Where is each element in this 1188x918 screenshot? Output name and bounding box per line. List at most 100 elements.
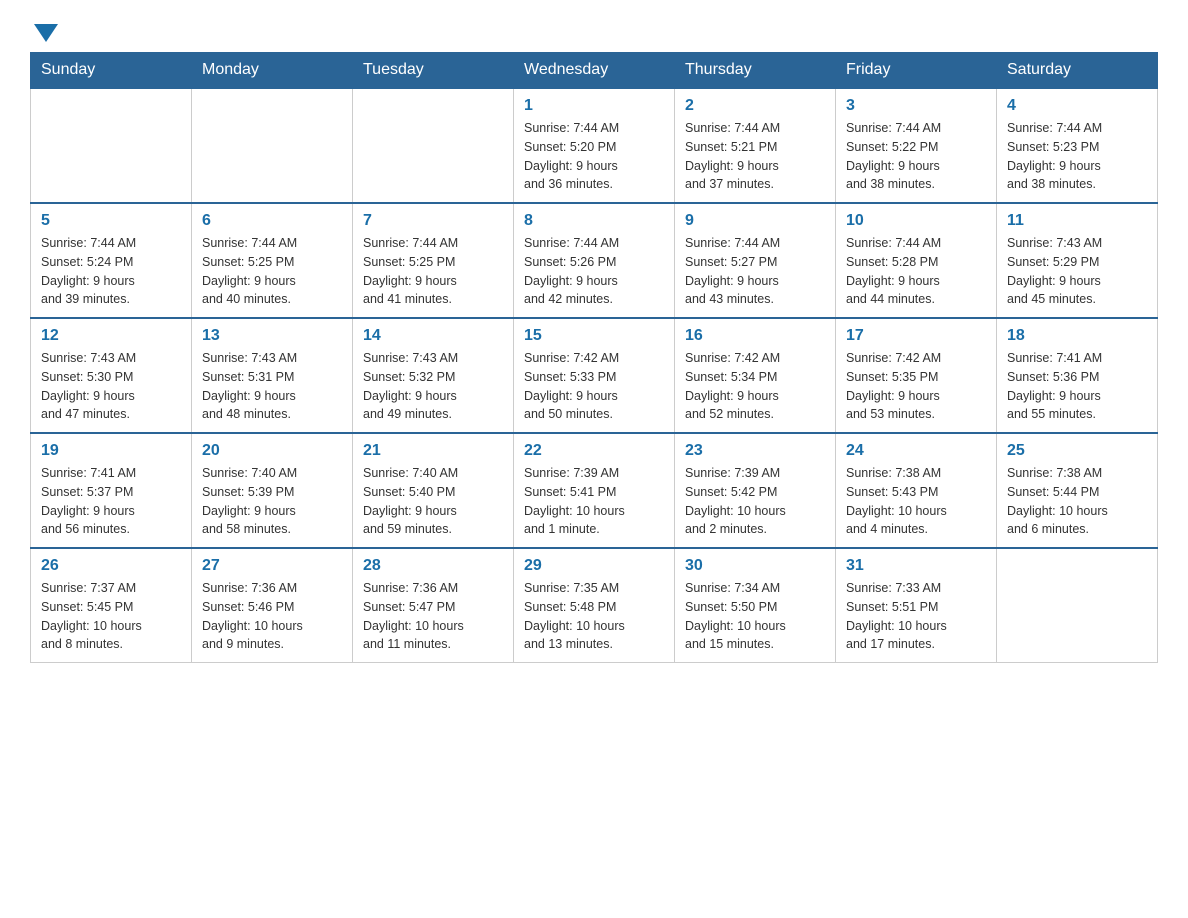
day-info: Sunrise: 7:44 AM Sunset: 5:28 PM Dayligh… [846, 234, 986, 309]
day-number: 22 [524, 442, 664, 460]
day-number: 24 [846, 442, 986, 460]
day-number: 27 [202, 557, 342, 575]
calendar-cell: 5 Sunrise: 7:44 AM Sunset: 5:24 PM Daylig… [31, 203, 192, 318]
weekday-header-wednesday: Wednesday [514, 53, 675, 89]
calendar-cell: 7 Sunrise: 7:44 AM Sunset: 5:25 PM Daylig… [353, 203, 514, 318]
calendar-cell: 24 Sunrise: 7:38 AM Sunset: 5:43 PM Dayli… [836, 433, 997, 548]
weekday-header-row: SundayMondayTuesdayWednesdayThursdayFrid… [31, 53, 1158, 89]
calendar-cell: 18 Sunrise: 7:41 AM Sunset: 5:36 PM Dayli… [997, 318, 1158, 433]
page-header [30, 20, 1158, 42]
day-number: 2 [685, 97, 825, 115]
calendar-cell: 22Sunrise: 7:39 AM Sunset: 5:41 PM Dayli… [514, 433, 675, 548]
day-info: Sunrise: 7:38 AM Sunset: 5:44 PM Dayligh… [1007, 464, 1147, 539]
day-info: Sunrise: 7:36 AM Sunset: 5:46 PM Dayligh… [202, 579, 342, 654]
day-number: 16 [685, 327, 825, 345]
day-number: 19 [41, 442, 181, 460]
calendar-cell [192, 88, 353, 203]
weekday-header-sunday: Sunday [31, 53, 192, 89]
day-info: Sunrise: 7:43 AM Sunset: 5:32 PM Dayligh… [363, 349, 503, 424]
day-number: 12 [41, 327, 181, 345]
day-info: Sunrise: 7:42 AM Sunset: 5:35 PM Dayligh… [846, 349, 986, 424]
day-number: 25 [1007, 442, 1147, 460]
weekday-header-friday: Friday [836, 53, 997, 89]
day-number: 11 [1007, 212, 1147, 230]
logo-arrow-icon [34, 24, 58, 42]
weekday-header-tuesday: Tuesday [353, 53, 514, 89]
calendar-cell: 29Sunrise: 7:35 AM Sunset: 5:48 PM Dayli… [514, 548, 675, 663]
calendar-cell: 9 Sunrise: 7:44 AM Sunset: 5:27 PM Daylig… [675, 203, 836, 318]
day-info: Sunrise: 7:44 AM Sunset: 5:23 PM Dayligh… [1007, 119, 1147, 194]
day-info: Sunrise: 7:40 AM Sunset: 5:40 PM Dayligh… [363, 464, 503, 539]
calendar-cell: 25 Sunrise: 7:38 AM Sunset: 5:44 PM Dayli… [997, 433, 1158, 548]
day-number: 31 [846, 557, 986, 575]
day-info: Sunrise: 7:43 AM Sunset: 5:31 PM Dayligh… [202, 349, 342, 424]
calendar-cell: 13Sunrise: 7:43 AM Sunset: 5:31 PM Dayli… [192, 318, 353, 433]
day-number: 21 [363, 442, 503, 460]
calendar-cell: 20 Sunrise: 7:40 AM Sunset: 5:39 PM Dayli… [192, 433, 353, 548]
day-info: Sunrise: 7:44 AM Sunset: 5:20 PM Dayligh… [524, 119, 664, 194]
day-number: 26 [41, 557, 181, 575]
calendar-cell: 2 Sunrise: 7:44 AM Sunset: 5:21 PM Daylig… [675, 88, 836, 203]
day-info: Sunrise: 7:44 AM Sunset: 5:25 PM Dayligh… [202, 234, 342, 309]
day-number: 17 [846, 327, 986, 345]
calendar-cell: 27 Sunrise: 7:36 AM Sunset: 5:46 PM Dayli… [192, 548, 353, 663]
day-info: Sunrise: 7:34 AM Sunset: 5:50 PM Dayligh… [685, 579, 825, 654]
day-number: 18 [1007, 327, 1147, 345]
week-row-2: 5 Sunrise: 7:44 AM Sunset: 5:24 PM Daylig… [31, 203, 1158, 318]
week-row-3: 12Sunrise: 7:43 AM Sunset: 5:30 PM Dayli… [31, 318, 1158, 433]
calendar-cell [31, 88, 192, 203]
calendar-cell: 23 Sunrise: 7:39 AM Sunset: 5:42 PM Dayli… [675, 433, 836, 548]
calendar-cell: 14 Sunrise: 7:43 AM Sunset: 5:32 PM Dayli… [353, 318, 514, 433]
day-info: Sunrise: 7:35 AM Sunset: 5:48 PM Dayligh… [524, 579, 664, 654]
day-number: 20 [202, 442, 342, 460]
calendar-table: SundayMondayTuesdayWednesdayThursdayFrid… [30, 52, 1158, 663]
day-info: Sunrise: 7:39 AM Sunset: 5:42 PM Dayligh… [685, 464, 825, 539]
day-info: Sunrise: 7:44 AM Sunset: 5:22 PM Dayligh… [846, 119, 986, 194]
day-number: 7 [363, 212, 503, 230]
day-number: 9 [685, 212, 825, 230]
day-number: 5 [41, 212, 181, 230]
day-number: 28 [363, 557, 503, 575]
day-number: 1 [524, 97, 664, 115]
day-info: Sunrise: 7:38 AM Sunset: 5:43 PM Dayligh… [846, 464, 986, 539]
day-info: Sunrise: 7:44 AM Sunset: 5:27 PM Dayligh… [685, 234, 825, 309]
calendar-cell: 6 Sunrise: 7:44 AM Sunset: 5:25 PM Daylig… [192, 203, 353, 318]
day-number: 6 [202, 212, 342, 230]
calendar-cell: 30 Sunrise: 7:34 AM Sunset: 5:50 PM Dayli… [675, 548, 836, 663]
day-info: Sunrise: 7:44 AM Sunset: 5:25 PM Dayligh… [363, 234, 503, 309]
day-number: 30 [685, 557, 825, 575]
weekday-header-saturday: Saturday [997, 53, 1158, 89]
day-number: 10 [846, 212, 986, 230]
day-info: Sunrise: 7:40 AM Sunset: 5:39 PM Dayligh… [202, 464, 342, 539]
day-info: Sunrise: 7:33 AM Sunset: 5:51 PM Dayligh… [846, 579, 986, 654]
day-number: 4 [1007, 97, 1147, 115]
day-number: 8 [524, 212, 664, 230]
week-row-1: 1 Sunrise: 7:44 AM Sunset: 5:20 PM Daylig… [31, 88, 1158, 203]
calendar-cell [997, 548, 1158, 663]
day-info: Sunrise: 7:44 AM Sunset: 5:24 PM Dayligh… [41, 234, 181, 309]
calendar-cell: 16 Sunrise: 7:42 AM Sunset: 5:34 PM Dayli… [675, 318, 836, 433]
weekday-header-thursday: Thursday [675, 53, 836, 89]
day-info: Sunrise: 7:41 AM Sunset: 5:37 PM Dayligh… [41, 464, 181, 539]
day-info: Sunrise: 7:42 AM Sunset: 5:33 PM Dayligh… [524, 349, 664, 424]
calendar-cell: 4 Sunrise: 7:44 AM Sunset: 5:23 PM Daylig… [997, 88, 1158, 203]
calendar-cell: 12Sunrise: 7:43 AM Sunset: 5:30 PM Dayli… [31, 318, 192, 433]
calendar-cell: 31 Sunrise: 7:33 AM Sunset: 5:51 PM Dayli… [836, 548, 997, 663]
day-info: Sunrise: 7:42 AM Sunset: 5:34 PM Dayligh… [685, 349, 825, 424]
calendar-cell: 26Sunrise: 7:37 AM Sunset: 5:45 PM Dayli… [31, 548, 192, 663]
day-number: 14 [363, 327, 503, 345]
day-info: Sunrise: 7:44 AM Sunset: 5:21 PM Dayligh… [685, 119, 825, 194]
weekday-header-monday: Monday [192, 53, 353, 89]
calendar-cell: 15 Sunrise: 7:42 AM Sunset: 5:33 PM Dayli… [514, 318, 675, 433]
day-number: 15 [524, 327, 664, 345]
day-number: 23 [685, 442, 825, 460]
calendar-cell: 21 Sunrise: 7:40 AM Sunset: 5:40 PM Dayli… [353, 433, 514, 548]
calendar-cell: 8 Sunrise: 7:44 AM Sunset: 5:26 PM Daylig… [514, 203, 675, 318]
calendar-cell: 10 Sunrise: 7:44 AM Sunset: 5:28 PM Dayli… [836, 203, 997, 318]
day-info: Sunrise: 7:41 AM Sunset: 5:36 PM Dayligh… [1007, 349, 1147, 424]
day-info: Sunrise: 7:44 AM Sunset: 5:26 PM Dayligh… [524, 234, 664, 309]
day-info: Sunrise: 7:36 AM Sunset: 5:47 PM Dayligh… [363, 579, 503, 654]
day-number: 3 [846, 97, 986, 115]
day-info: Sunrise: 7:43 AM Sunset: 5:29 PM Dayligh… [1007, 234, 1147, 309]
logo [30, 20, 62, 42]
